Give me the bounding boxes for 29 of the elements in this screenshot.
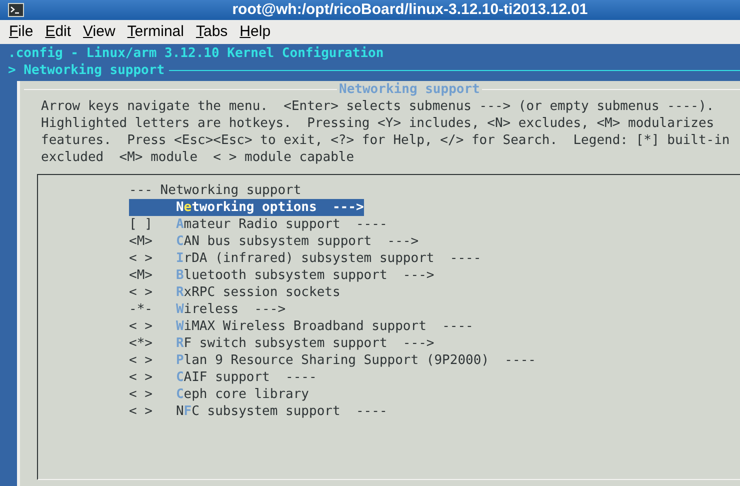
- window-title: root@wh:/opt/ricoBoard/linux-3.12.10-ti2013.12.01: [231, 0, 589, 20]
- menu-option[interactable]: < > I rDA (infrared) subsystem support ----: [129, 250, 482, 267]
- menu-item[interactable]: File: [3, 22, 40, 42]
- menu-option[interactable]: [ ] Amateur Radio support ----: [129, 216, 388, 233]
- help-text: excluded <M> module < > module capable: [41, 149, 354, 166]
- menu-option[interactable]: < > Ceph core library: [129, 386, 310, 403]
- help-text: Arrow keys navigate the menu. <Enter> selects submenus ---> (or empty submenus ----).: [41, 98, 714, 115]
- menu-option[interactable]: <M> Bluetooth subsystem support --->: [129, 267, 434, 284]
- menu-option[interactable]: <M> CAN bus subsystem support --->: [129, 233, 419, 250]
- menu-option[interactable]: -*- Wireless --->: [129, 301, 286, 318]
- menu-option[interactable]: < > RxRPC session sockets: [129, 284, 340, 301]
- menu-item[interactable]: Edit: [39, 22, 78, 42]
- dialog-title: Networking support: [337, 81, 482, 98]
- menu-header: --- Networking support: [129, 182, 302, 199]
- config-title: .config - Linux/arm 3.12.10 Kernel Configuration: [8, 45, 384, 62]
- menu-item[interactable]: Tabs: [190, 22, 234, 42]
- terminal-icon: [8, 3, 24, 17]
- menu-item[interactable]: Terminal: [121, 22, 190, 42]
- breadcrumb: > Networking support: [8, 62, 165, 79]
- menu-option[interactable]: Networking options --->: [129, 199, 364, 216]
- help-text: Highlighted letters are hotkeys. Pressing <Y> includes, <N> excludes, <M> modularizes: [41, 115, 714, 132]
- menu-option[interactable]: < > CAIF support ----: [129, 369, 317, 386]
- menu-option[interactable]: < > WiMAX Wireless Broadband support ----: [129, 318, 474, 335]
- menu-option[interactable]: < > NFC subsystem support ----: [129, 403, 388, 420]
- help-text: features. Press <Esc><Esc> to exit, <?> for Help, </> for Search. Legend: [*] built-in: [41, 132, 730, 149]
- menu-item[interactable]: Help: [234, 22, 277, 42]
- menu-item[interactable]: View: [77, 22, 122, 42]
- menu-option[interactable]: < > Plan 9 Resource Sharing Support (9P2000) ----: [129, 352, 536, 369]
- menu-option[interactable]: <*> RF switch subsystem support --->: [129, 335, 434, 352]
